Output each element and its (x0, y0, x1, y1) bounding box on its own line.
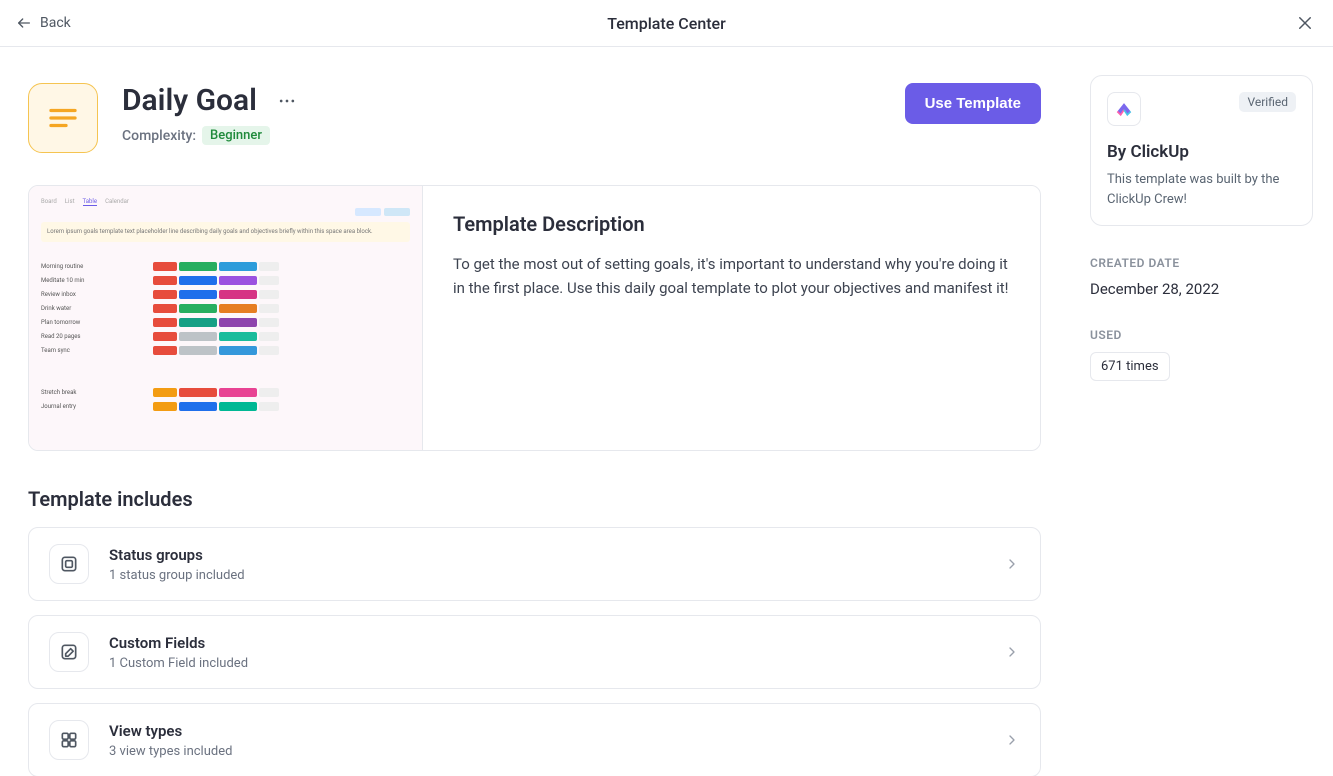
used-section: USED 671 times (1090, 328, 1313, 381)
verified-badge: Verified (1239, 92, 1296, 112)
page-title: Template Center (607, 14, 726, 33)
template-header: Daily Goal Complexity: Beginner Use Temp… (28, 83, 1041, 153)
created-date-section: CREATED DATE December 28, 2022 (1090, 256, 1313, 298)
custom-fields-icon-box (49, 632, 89, 672)
chevron-right-icon (1004, 556, 1020, 572)
include-title: Status groups (109, 546, 245, 564)
template-preview-image: BoardListTableCalendar Lorem ipsum goals… (29, 186, 423, 450)
view-types-icon (59, 730, 79, 750)
list-icon (45, 100, 81, 136)
clickup-logo-icon (1114, 99, 1134, 119)
template-list-icon (28, 83, 98, 153)
layout: Daily Goal Complexity: Beginner Use Temp… (0, 47, 1333, 776)
main-content: Daily Goal Complexity: Beginner Use Temp… (0, 47, 1069, 776)
description-text: Template Description To get the most out… (423, 186, 1040, 450)
include-text: Status groups 1 status group included (109, 546, 245, 583)
use-template-button[interactable]: Use Template (905, 83, 1041, 124)
description-body: To get the most out of setting goals, it… (453, 252, 1010, 300)
title-column: Daily Goal Complexity: Beginner (122, 83, 297, 145)
include-title: Custom Fields (109, 634, 248, 652)
description-card: BoardListTableCalendar Lorem ipsum goals… (28, 185, 1041, 451)
author-card: Verified By ClickUp This template was bu… (1090, 75, 1313, 226)
status-groups-icon (59, 554, 79, 574)
include-subtitle: 3 view types included (109, 744, 232, 759)
more-horizontal-icon (277, 91, 297, 111)
used-value: 671 times (1090, 352, 1170, 381)
back-label: Back (40, 15, 71, 31)
complexity-badge: Beginner (202, 126, 270, 145)
custom-fields-icon (59, 642, 79, 662)
include-status-groups[interactable]: Status groups 1 status group included (28, 527, 1041, 601)
sidebar: Verified By ClickUp This template was bu… (1069, 47, 1333, 776)
close-button[interactable] (1293, 11, 1317, 35)
include-title: View types (109, 722, 232, 740)
includes-list: Status groups 1 status group included Cu… (28, 527, 1041, 776)
include-custom-fields[interactable]: Custom Fields 1 Custom Field included (28, 615, 1041, 689)
include-subtitle: 1 Custom Field included (109, 656, 248, 671)
description-heading: Template Description (453, 212, 1010, 236)
include-subtitle: 1 status group included (109, 568, 245, 583)
used-label: USED (1090, 328, 1313, 342)
complexity-row: Complexity: Beginner (122, 126, 297, 145)
title-row: Daily Goal (122, 83, 297, 118)
more-options-button[interactable] (277, 91, 297, 111)
topbar: Back Template Center (0, 0, 1333, 47)
created-date-label: CREATED DATE (1090, 256, 1313, 270)
include-text: View types 3 view types included (109, 722, 232, 759)
author-name: By ClickUp (1107, 142, 1296, 162)
clickup-logo (1107, 92, 1141, 126)
includes-heading: Template includes (28, 487, 1041, 511)
author-description: This template was built by the ClickUp C… (1107, 170, 1296, 209)
author-card-top: Verified (1107, 92, 1296, 126)
close-icon (1296, 14, 1314, 32)
view-types-icon-box (49, 720, 89, 760)
complexity-label: Complexity: (122, 128, 196, 144)
arrow-left-icon (16, 15, 32, 31)
created-date-value: December 28, 2022 (1090, 280, 1313, 298)
include-view-types[interactable]: View types 3 view types included (28, 703, 1041, 776)
template-title: Daily Goal (122, 83, 257, 118)
chevron-right-icon (1004, 732, 1020, 748)
chevron-right-icon (1004, 644, 1020, 660)
back-button[interactable]: Back (16, 15, 71, 31)
status-groups-icon-box (49, 544, 89, 584)
include-text: Custom Fields 1 Custom Field included (109, 634, 248, 671)
